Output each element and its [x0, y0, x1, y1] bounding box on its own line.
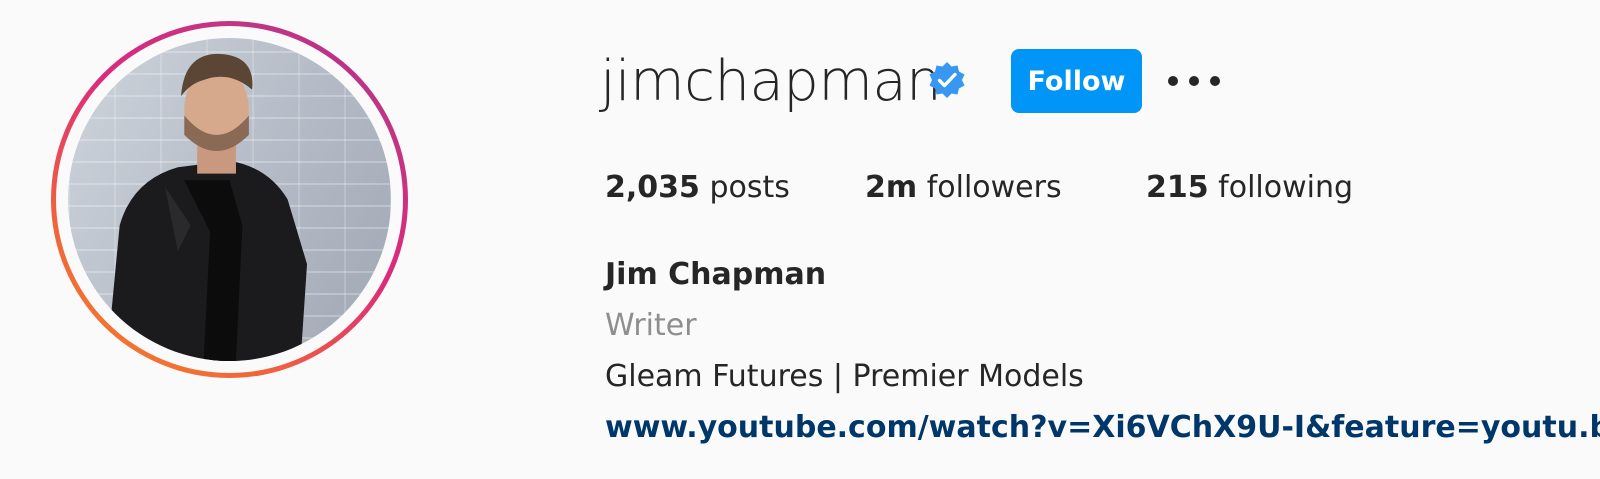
follow-button[interactable]: Follow: [1011, 49, 1142, 113]
more-dot: [1210, 76, 1220, 86]
following-stat[interactable]: 215 following: [1146, 168, 1353, 208]
following-count: 215: [1146, 170, 1209, 205]
more-dot: [1189, 76, 1199, 86]
avatar-photo: [106, 53, 308, 361]
followers-stat[interactable]: 2m followers: [865, 168, 1062, 208]
more-options-icon[interactable]: [1168, 66, 1220, 96]
followers-label: followers: [926, 170, 1062, 205]
profile-avatar-ring[interactable]: [51, 21, 408, 378]
profile-full-name: Jim Chapman: [605, 257, 827, 292]
followers-count: 2m: [865, 170, 918, 205]
verified-badge-icon: [929, 62, 965, 98]
profile-bio: Gleam Futures | Premier Models: [605, 359, 1084, 394]
profile-website-link[interactable]: www.youtube.com/watch?v=Xi6VChX9U-I&feat…: [605, 409, 1600, 447]
posts-label: posts: [709, 170, 790, 205]
profile-avatar[interactable]: [68, 38, 391, 361]
more-dot: [1168, 76, 1178, 86]
following-label: following: [1218, 170, 1354, 205]
profile-username: jimchapman: [600, 49, 942, 114]
profile-category: Writer: [605, 308, 697, 343]
posts-stat: 2,035 posts: [605, 168, 790, 208]
posts-count: 2,035: [605, 170, 700, 205]
